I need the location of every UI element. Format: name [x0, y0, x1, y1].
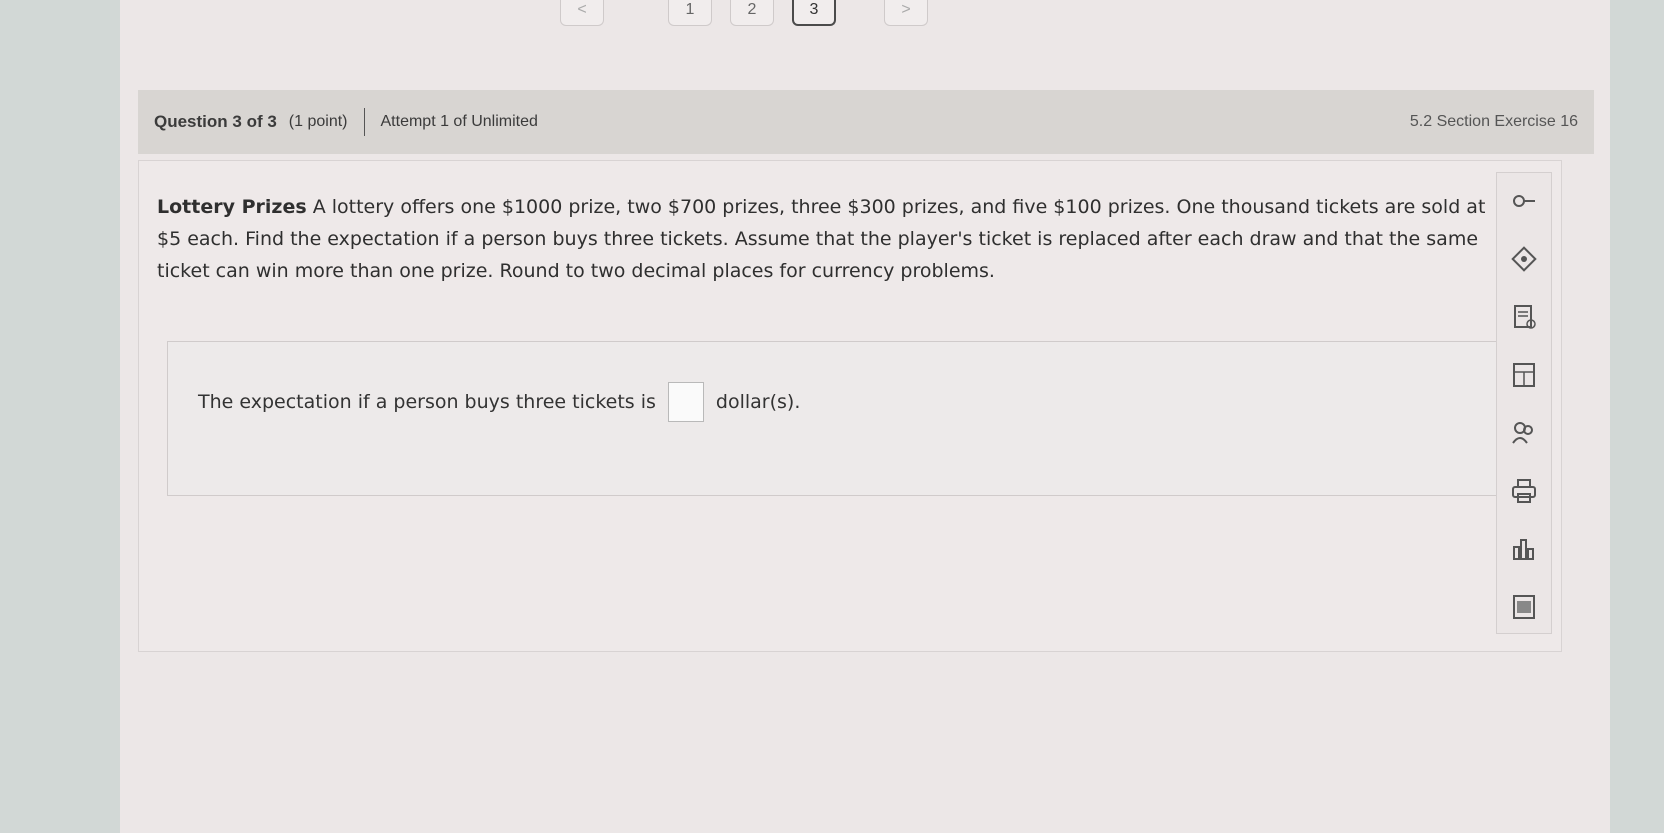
pager-prev-button[interactable]: <: [560, 0, 604, 26]
print-icon[interactable]: [1508, 475, 1540, 507]
section-label: 5.2 Section Exercise 16: [1409, 113, 1578, 130]
key-icon[interactable]: [1508, 185, 1540, 217]
help-people-icon[interactable]: [1508, 417, 1540, 449]
video-icon[interactable]: [1508, 591, 1540, 623]
chart-icon[interactable]: [1508, 533, 1540, 565]
problem-text: A lottery offers one $1000 prize, two $7…: [157, 196, 1486, 282]
header-divider: [363, 108, 365, 136]
attempt-counter: Attempt 1 of Unlimited: [380, 113, 538, 130]
hint-icon[interactable]: [1508, 243, 1540, 275]
ebook-icon[interactable]: [1508, 301, 1540, 333]
answer-input[interactable]: [667, 382, 704, 422]
question-header: Question 3 of 3 (1 point) Attempt 1 of U…: [138, 90, 1594, 154]
question-pager: < 1 2 3 >: [560, 0, 928, 26]
pager-next-button[interactable]: >: [884, 0, 928, 26]
answer-line: The expectation if a person buys three t…: [198, 382, 800, 422]
problem-title: Lottery Prizes: [157, 196, 307, 218]
calculator-icon[interactable]: [1508, 359, 1540, 391]
question-points: (1 point): [288, 113, 348, 130]
problem-statement: Lottery Prizes A lottery offers one $100…: [157, 191, 1512, 287]
answer-prefix: The expectation if a person buys three t…: [198, 391, 656, 413]
answer-suffix: dollar(s).: [715, 391, 801, 413]
answer-area: The expectation if a person buys three t…: [167, 341, 1497, 496]
pager-page-2[interactable]: 2: [730, 0, 774, 26]
tools-sidebar: [1496, 172, 1552, 634]
pager-page-1[interactable]: 1: [668, 0, 712, 26]
pager-page-3[interactable]: 3: [792, 0, 836, 26]
question-panel: Lottery Prizes A lottery offers one $100…: [138, 160, 1562, 652]
question-number: Question 3 of 3: [154, 112, 277, 131]
